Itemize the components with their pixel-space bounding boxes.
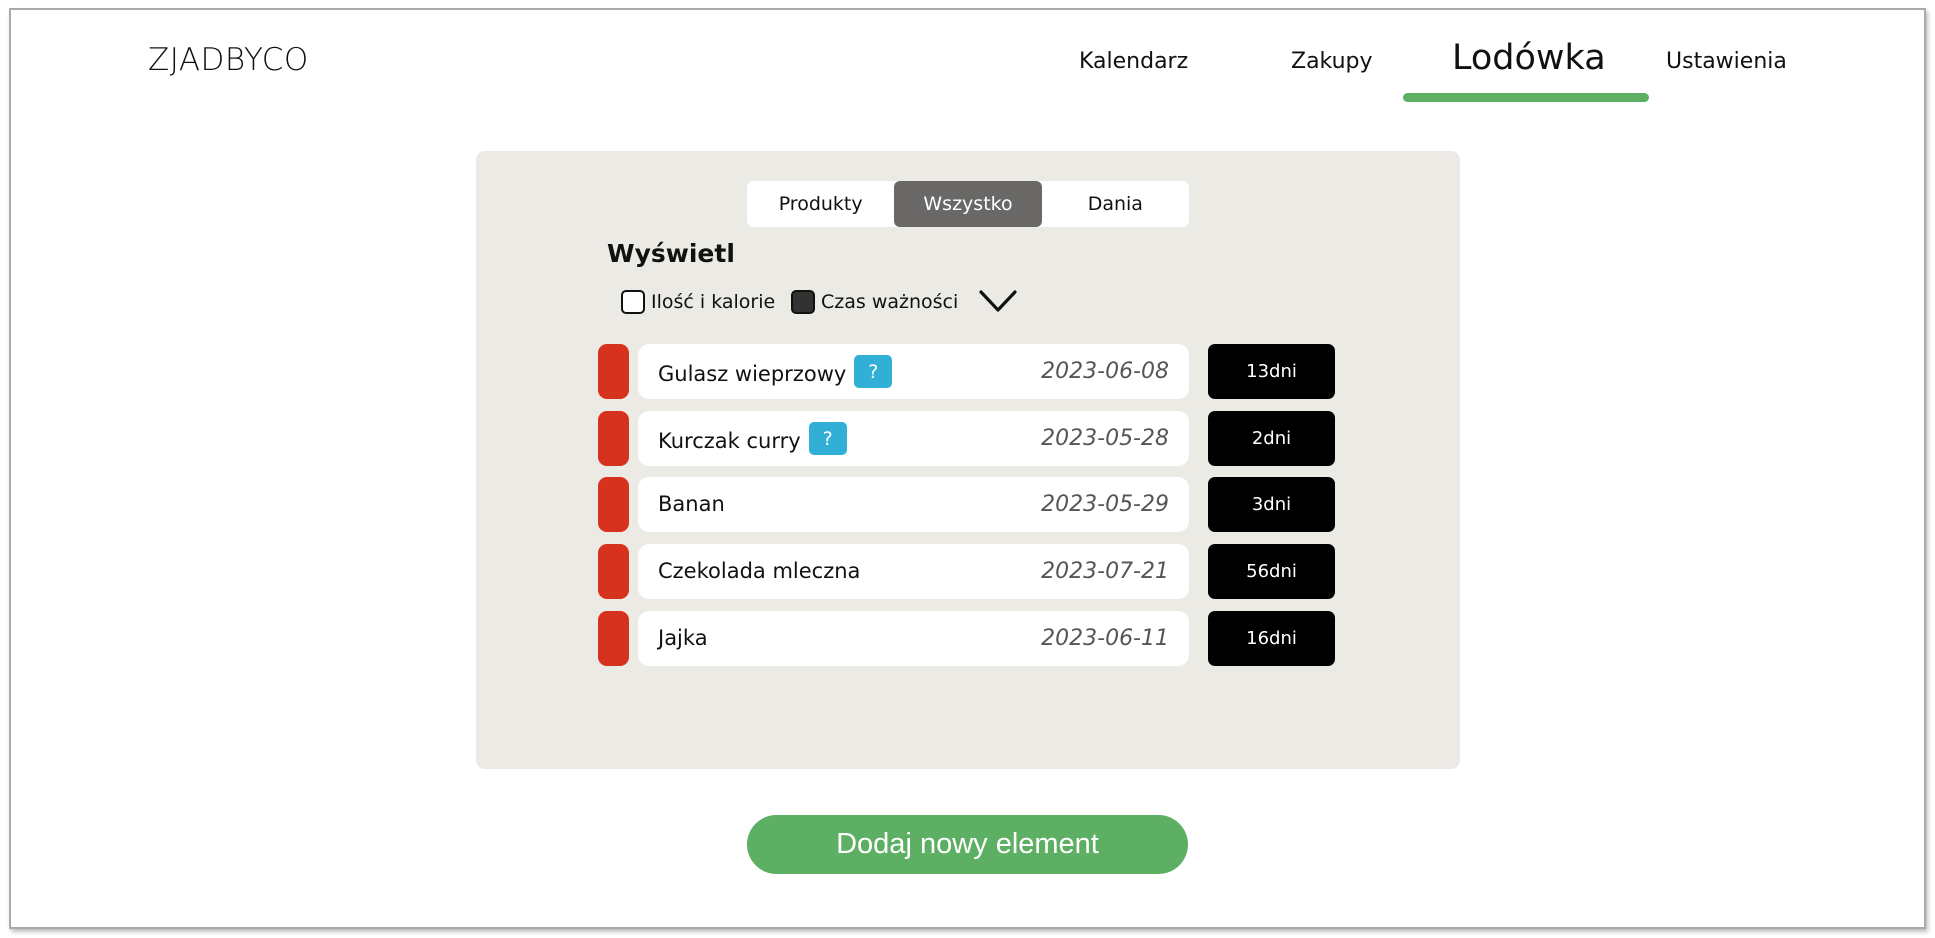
days-left-badge: 16dni (1208, 611, 1335, 666)
item-expiry-date: 2023-05-29 (1041, 492, 1169, 517)
days-left-badge: 56dni (1208, 544, 1335, 599)
status-marker[interactable] (598, 344, 629, 399)
chevron-down-icon[interactable] (978, 287, 1018, 315)
tab-produkty[interactable]: Produkty (747, 181, 894, 227)
item-name: Jajka (658, 626, 708, 650)
list-item: Kurczak curry ? 2023-05-28 2dni (598, 411, 1338, 467)
nav-item-lodowka[interactable]: Lodówka (1452, 38, 1606, 78)
option-expiry-time[interactable]: Czas ważności (791, 290, 958, 314)
app-logo[interactable]: ZJADBYCO (148, 42, 309, 78)
item-name: Czekolada mleczna (658, 559, 861, 583)
status-marker[interactable] (598, 544, 629, 599)
days-left-badge: 2dni (1208, 411, 1335, 466)
item-expiry-date: 2023-06-11 (1041, 626, 1169, 651)
days-left-badge: 13dni (1208, 344, 1335, 399)
nav-item-ustawienia[interactable]: Ustawienia (1666, 49, 1787, 74)
status-marker[interactable] (598, 611, 629, 666)
quantity-calories-label: Ilość i kalorie (651, 291, 776, 313)
expiry-time-label: Czas ważności (821, 291, 959, 313)
item-expiry-date: 2023-06-08 (1041, 359, 1169, 384)
help-icon[interactable]: ? (808, 422, 847, 455)
list-item: Czekolada mleczna 2023-07-21 56dni (598, 544, 1338, 600)
filter-tabs: Produkty Wszystko Dania (747, 181, 1189, 227)
list-item: Jajka 2023-06-11 16dni (598, 611, 1338, 667)
item-card[interactable]: Gulasz wieprzowy ? 2023-06-08 (638, 344, 1189, 399)
tab-wszystko[interactable]: Wszystko (894, 181, 1042, 227)
display-title: Wyświetl (607, 239, 735, 268)
tab-dania[interactable]: Dania (1042, 181, 1189, 227)
item-name: Kurczak curry (658, 428, 801, 453)
list-item: Gulasz wieprzowy ? 2023-06-08 13dni (598, 344, 1338, 400)
quantity-calories-checkbox[interactable] (621, 290, 645, 314)
item-card[interactable]: Banan 2023-05-29 (638, 477, 1189, 532)
expiry-time-checkbox[interactable] (791, 290, 815, 314)
item-card[interactable]: Jajka 2023-06-11 (638, 611, 1189, 666)
item-name: Gulasz wieprzowy (658, 361, 847, 386)
item-card[interactable]: Kurczak curry ? 2023-05-28 (638, 411, 1189, 466)
days-left-badge: 3dni (1208, 477, 1335, 532)
option-quantity-calories[interactable]: Ilość i kalorie (621, 290, 775, 314)
item-card[interactable]: Czekolada mleczna 2023-07-21 (638, 544, 1189, 599)
nav-item-zakupy[interactable]: Zakupy (1291, 49, 1373, 74)
item-expiry-date: 2023-05-28 (1041, 426, 1169, 451)
status-marker[interactable] (598, 477, 629, 532)
list-item: Banan 2023-05-29 3dni (598, 477, 1338, 533)
item-name: Banan (658, 492, 725, 516)
add-new-item-button[interactable]: Dodaj nowy element (747, 815, 1188, 874)
status-marker[interactable] (598, 411, 629, 466)
nav-active-indicator (1403, 93, 1649, 102)
nav-item-kalendarz[interactable]: Kalendarz (1079, 49, 1188, 74)
item-expiry-date: 2023-07-21 (1041, 559, 1169, 584)
help-icon[interactable]: ? (854, 355, 893, 388)
